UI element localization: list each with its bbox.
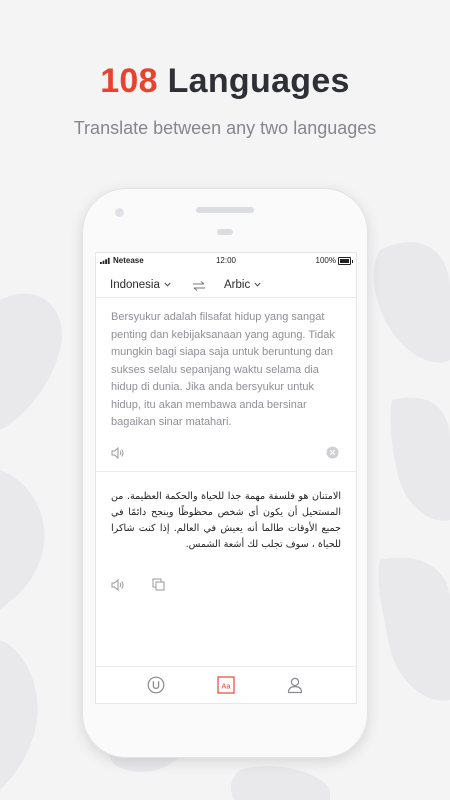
headline-text: Languages: [157, 62, 350, 100]
aa-tab-label: Aa: [221, 681, 231, 690]
speaker-icon[interactable]: [111, 579, 125, 591]
headline-number: 108: [100, 62, 158, 100]
status-bar: Netease 12:00 100%: [96, 253, 356, 269]
user-icon[interactable]: [286, 676, 304, 694]
battery-icon: [338, 257, 353, 265]
phone-mockup: Netease 12:00 100% Indonesia Arbic Bersy…: [82, 188, 368, 758]
swap-icon[interactable]: [192, 280, 206, 292]
phone-earpiece: [196, 207, 254, 213]
section-divider: [96, 471, 356, 472]
header-divider: [96, 297, 356, 298]
source-language-label: Indonesia: [110, 279, 160, 291]
source-language-selector[interactable]: Indonesia: [110, 279, 171, 291]
promo-headline: 108 Languages: [0, 62, 450, 101]
aa-tab-icon[interactable]: Aa: [217, 676, 235, 694]
source-text-input[interactable]: Bersyukur adalah filsafat hidup yang san…: [111, 309, 341, 432]
language-bar: Indonesia Arbic: [96, 275, 356, 297]
app-screen: Netease 12:00 100% Indonesia Arbic Bersy…: [95, 252, 357, 704]
u-tab-icon[interactable]: [147, 676, 165, 694]
phone-sensor: [217, 229, 233, 235]
bottom-tab-bar: Aa: [96, 666, 356, 703]
chevron-down-icon: [254, 283, 261, 288]
chevron-down-icon: [164, 283, 171, 288]
phone-camera: [115, 208, 124, 217]
promo-subtitle: Translate between any two languages: [73, 118, 377, 138]
target-language-selector[interactable]: Arbic: [224, 279, 261, 291]
copy-icon[interactable]: [152, 578, 165, 591]
clear-icon[interactable]: [326, 446, 339, 459]
battery-percent: 100%: [315, 256, 336, 265]
target-language-label: Arbic: [224, 279, 251, 291]
translated-text: الامتنان هو فلسفة مهمة جدا للحياة والحكم…: [111, 491, 341, 550]
speaker-icon[interactable]: [111, 447, 125, 459]
